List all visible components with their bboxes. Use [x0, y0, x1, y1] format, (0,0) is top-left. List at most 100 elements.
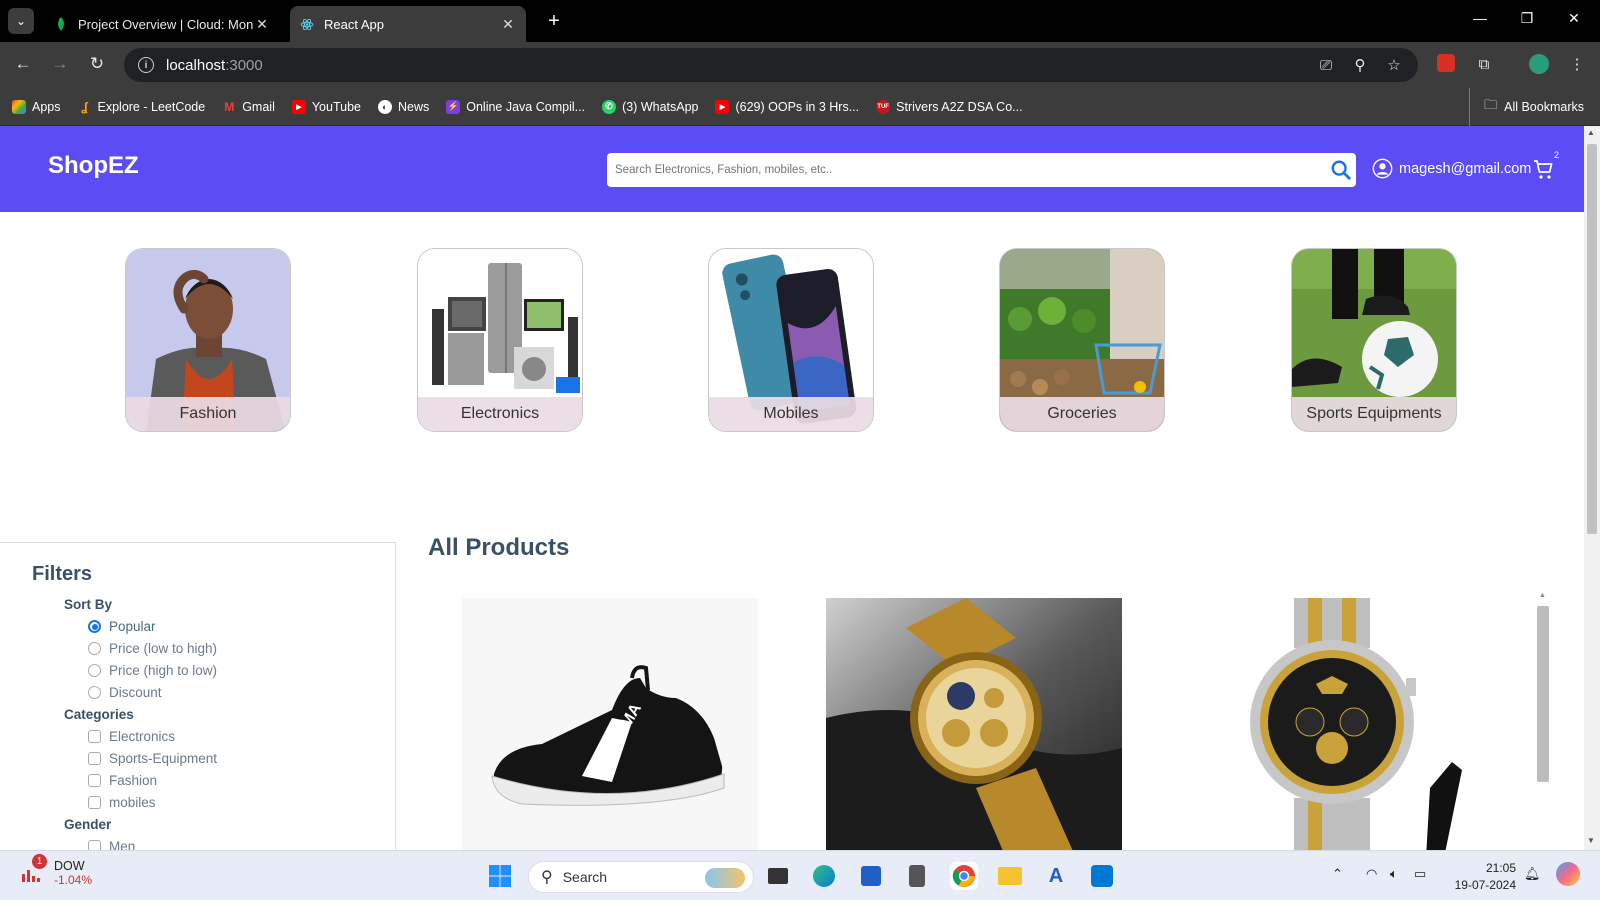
page-scrollbar-thumb[interactable] — [1587, 144, 1597, 534]
category-filter-sports[interactable]: Sports-Equipment — [88, 751, 217, 766]
close-tab-icon[interactable]: ✕ — [254, 16, 270, 33]
vscode-icon[interactable] — [1088, 862, 1116, 890]
compiler-icon: ⚡ — [446, 99, 461, 114]
category-label: Fashion — [126, 397, 290, 431]
search-input[interactable] — [615, 164, 1326, 176]
gender-filter-men[interactable]: Men — [88, 839, 135, 850]
radio[interactable] — [88, 642, 101, 655]
category-card-fashion[interactable]: Fashion — [125, 248, 291, 432]
profile-avatar[interactable] — [1528, 54, 1550, 76]
checkbox[interactable] — [88, 840, 101, 850]
category-label: Electronics — [418, 397, 582, 431]
address-bar[interactable]: i localhost:3000 ⎚ ⚲ ☆ — [124, 48, 1418, 82]
site-header: ShopEZ magesh@gmail.com 2 — [0, 126, 1584, 212]
category-filter-mobiles[interactable]: mobiles — [88, 795, 156, 810]
translator-icon[interactable]: A — [1042, 862, 1070, 890]
store-icon[interactable] — [857, 862, 885, 890]
calculator-icon[interactable] — [903, 862, 931, 890]
product-card-olevs-watch[interactable] — [1190, 598, 1486, 850]
bookmark-label: Explore - LeetCode — [97, 99, 206, 114]
radio[interactable] — [88, 686, 101, 699]
category-card-electronics[interactable]: Electronics — [417, 248, 583, 432]
product-card-gold-watch[interactable] — [826, 598, 1122, 850]
category-card-sports[interactable]: Sports Equipments — [1291, 248, 1457, 432]
bookmark-leetcode[interactable]: ʆ Explore - LeetCode — [78, 99, 206, 114]
volume-icon[interactable]: 🔈︎ — [1390, 866, 1398, 882]
back-icon[interactable]: ← — [12, 53, 34, 75]
tab-search-button[interactable]: ⌄ — [8, 8, 34, 34]
restore-icon[interactable]: ❐ — [1517, 10, 1537, 27]
tab-react-app[interactable]: React App ✕ — [290, 6, 526, 42]
stock-widget[interactable]: 1 DOW -1.04% — [20, 854, 92, 887]
taskbar-search[interactable]: ⚲ Search — [528, 861, 754, 893]
battery-icon[interactable]: ▭ — [1414, 866, 1426, 882]
shoe-image: PUMA — [462, 598, 758, 850]
product-card-shoe[interactable]: PUMA — [462, 598, 758, 850]
bookmark-gmail[interactable]: M Gmail — [222, 100, 275, 114]
all-products-title: All Products — [428, 534, 570, 561]
cart-button[interactable]: 2 — [1532, 150, 1559, 182]
checkbox[interactable] — [88, 752, 101, 765]
bookmark-label: Apps — [32, 99, 61, 114]
sort-option-price-low-high[interactable]: Price (low to high) — [88, 641, 217, 656]
option-label: Electronics — [109, 729, 176, 744]
menu-kebab-icon[interactable]: ⋮ — [1566, 54, 1588, 76]
close-window-icon[interactable]: ✕ — [1564, 10, 1584, 27]
close-tab-icon[interactable]: ✕ — [500, 16, 516, 33]
bookmark-strivers[interactable]: TUF Strivers A2Z DSA Co... — [876, 99, 1023, 114]
bookmark-label: Online Java Compil... — [466, 99, 586, 114]
sort-option-discount[interactable]: Discount — [88, 685, 162, 700]
bookmark-java-compiler[interactable]: ⚡ Online Java Compil... — [446, 99, 586, 114]
sort-option-price-high-low[interactable]: Price (high to low) — [88, 663, 217, 678]
forward-icon[interactable]: → — [49, 53, 71, 75]
tab-mongodb[interactable]: Project Overview | Cloud: Mong ✕ — [44, 6, 280, 42]
copilot-icon[interactable] — [1556, 862, 1580, 889]
category-card-mobiles[interactable]: Mobiles — [708, 248, 874, 432]
install-app-icon[interactable]: ⎚ — [1316, 56, 1336, 76]
extension-red-icon[interactable] — [1435, 54, 1457, 76]
zoom-icon[interactable]: ⚲ — [1350, 56, 1370, 76]
category-filter-fashion[interactable]: Fashion — [88, 773, 157, 788]
checkbox[interactable] — [88, 796, 101, 809]
search-icon[interactable] — [1326, 155, 1356, 185]
task-view-icon[interactable] — [764, 862, 792, 890]
windows-start-icon[interactable] — [486, 862, 514, 890]
all-bookmarks[interactable]: 🗀 All Bookmarks — [1469, 88, 1584, 126]
bookmark-star-icon[interactable]: ☆ — [1384, 56, 1404, 76]
whatsapp-icon: ✆ — [602, 99, 617, 114]
notification-bell-icon[interactable]: 🔔︎ — [1524, 866, 1541, 882]
sports-image — [1292, 249, 1456, 431]
chrome-icon[interactable] — [950, 862, 978, 890]
user-account[interactable]: magesh@gmail.com — [1372, 158, 1531, 179]
products-scrollbar-thumb[interactable] — [1537, 606, 1549, 782]
bookmark-oops[interactable]: ▶ (629) OOPs in 3 Hrs... — [715, 99, 859, 114]
tuf-icon: TUF — [876, 99, 891, 114]
gmail-icon: M — [224, 99, 235, 114]
bookmark-news[interactable]: ◐ News — [377, 99, 429, 114]
checkbox[interactable] — [88, 730, 101, 743]
products-scrollbar[interactable]: ▲ — [1536, 592, 1550, 850]
file-explorer-icon[interactable] — [996, 862, 1024, 890]
wifi-icon[interactable]: ◠ — [1366, 866, 1377, 882]
system-clock[interactable]: 21:05 19-07-2024 — [1452, 860, 1516, 894]
bookmark-youtube[interactable]: ▶ YouTube — [291, 99, 361, 114]
apps-grid-icon — [12, 99, 26, 114]
category-filter-electronics[interactable]: Electronics — [88, 729, 175, 744]
sort-option-popular[interactable]: Popular — [88, 619, 156, 634]
site-info-icon[interactable]: i — [138, 57, 154, 73]
brand-logo[interactable]: ShopEZ — [48, 152, 139, 180]
page-scrollbar[interactable]: ▲ ▼ — [1584, 126, 1600, 850]
edge-icon[interactable] — [810, 862, 838, 890]
new-tab-button[interactable]: + — [544, 10, 564, 33]
minimize-icon[interactable]: — — [1470, 10, 1490, 26]
bookmark-apps[interactable]: Apps — [12, 99, 61, 114]
radio[interactable] — [88, 664, 101, 677]
category-card-groceries[interactable]: Groceries — [999, 248, 1165, 432]
reload-icon[interactable]: ↻ — [86, 53, 108, 75]
gender-label: Gender — [64, 817, 112, 832]
radio-selected[interactable] — [88, 620, 101, 633]
bookmark-whatsapp[interactable]: ✆ (3) WhatsApp — [602, 99, 698, 114]
checkbox[interactable] — [88, 774, 101, 787]
extensions-puzzle-icon[interactable]: ⧉ — [1473, 54, 1495, 76]
tray-overflow-icon[interactable]: ⌃ — [1332, 866, 1343, 882]
